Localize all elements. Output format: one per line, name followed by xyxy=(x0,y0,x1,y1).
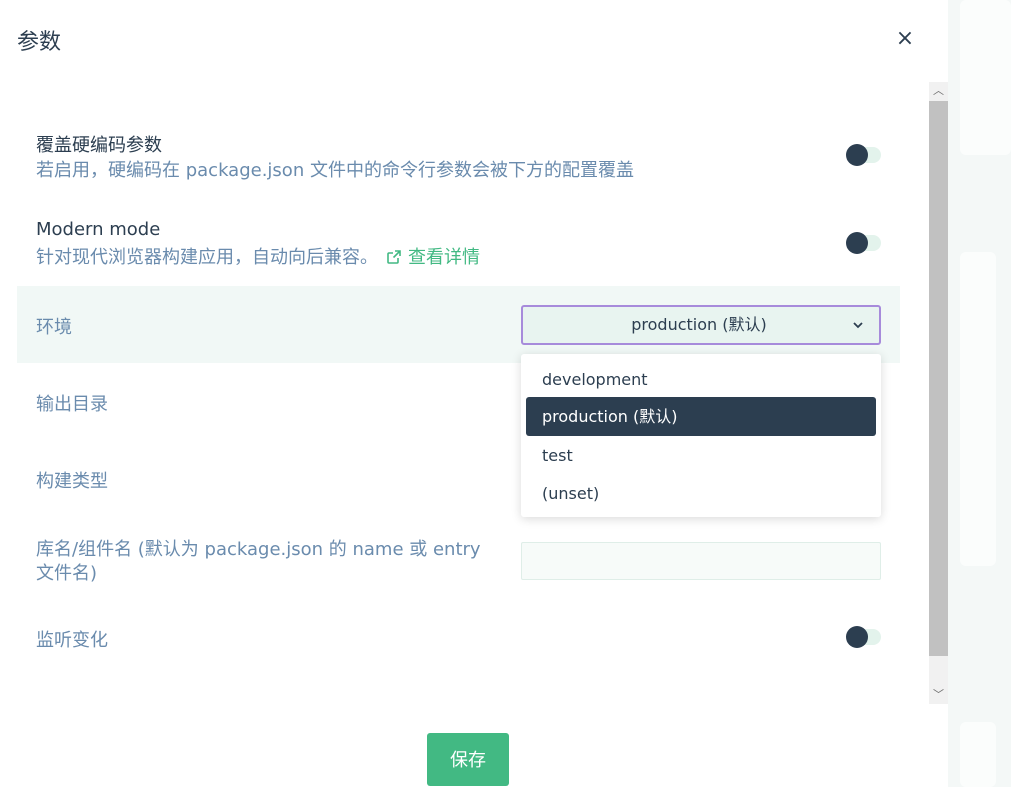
env-option-production[interactable]: production (默认) xyxy=(526,397,876,436)
toggle-knob xyxy=(846,144,868,166)
modern-mode-toggle[interactable] xyxy=(846,232,881,254)
scrollbar-thumb[interactable] xyxy=(929,101,948,656)
background-card xyxy=(960,0,1011,155)
lib-name-input[interactable] xyxy=(521,542,881,580)
toggle-knob xyxy=(846,232,868,254)
scroll-down-arrow-icon[interactable]: ﹀ xyxy=(929,686,948,704)
override-title: 覆盖硬编码参数 xyxy=(36,135,162,156)
override-description: 若启用，硬编码在 package.json 文件中的命令行参数会被下方的配置覆盖 xyxy=(36,160,634,181)
external-link-icon xyxy=(387,250,401,264)
env-option-unset[interactable]: (unset) xyxy=(526,474,876,513)
scroll-up-arrow-icon[interactable]: ︿ xyxy=(929,82,948,100)
background-card xyxy=(960,722,996,787)
build-type-label: 构建类型 xyxy=(36,471,108,492)
parameters-modal: 参数 × 覆盖硬编码参数 若启用，硬编码在 package.json 文件中的命… xyxy=(0,0,948,787)
env-label: 环境 xyxy=(36,317,72,338)
env-option-development[interactable]: development xyxy=(526,360,876,399)
toggle-knob xyxy=(846,626,868,648)
close-icon[interactable]: × xyxy=(893,24,917,54)
modal-content[interactable]: 覆盖硬编码参数 若启用，硬编码在 package.json 文件中的命令行参数会… xyxy=(0,82,929,704)
override-toggle[interactable] xyxy=(846,144,881,166)
scrollbar[interactable]: ︿ ﹀ xyxy=(929,82,948,704)
background-card xyxy=(960,252,996,566)
watch-label: 监听变化 xyxy=(36,630,108,651)
watch-toggle[interactable] xyxy=(846,626,881,648)
modern-mode-title: Modern mode xyxy=(36,219,161,240)
modern-mode-description: 针对现代浏览器构建应用，自动向后兼容。 查看详情 xyxy=(36,243,480,269)
env-dropdown: development production (默认) test (unset) xyxy=(521,354,881,517)
output-dir-label: 输出目录 xyxy=(36,394,108,415)
lib-name-label: 库名/组件名 (默认为 package.json 的 name 或 entry … xyxy=(36,539,481,584)
save-button[interactable]: 保存 xyxy=(427,733,509,786)
chevron-down-icon xyxy=(853,322,863,329)
modern-mode-description-text: 针对现代浏览器构建应用，自动向后兼容。 xyxy=(36,247,378,268)
see-details-link[interactable]: 查看详情 xyxy=(386,247,480,268)
env-select[interactable]: production (默认) xyxy=(521,305,881,345)
env-option-test[interactable]: test xyxy=(526,436,876,475)
modal-title: 参数 xyxy=(17,30,62,55)
env-select-value: production (默认) xyxy=(631,315,767,334)
see-details-label: 查看详情 xyxy=(408,247,480,268)
